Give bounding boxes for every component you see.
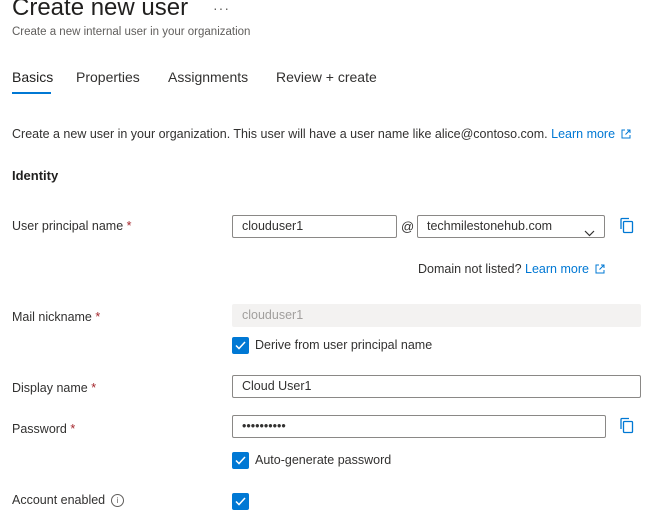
learn-more-link[interactable]: Learn more: [551, 127, 631, 141]
tab-basics[interactable]: Basics: [12, 69, 53, 85]
tab-properties[interactable]: Properties: [76, 69, 140, 85]
auto-generate-checkbox[interactable]: [232, 452, 249, 469]
derive-checkbox-label: Derive from user principal name: [255, 338, 433, 352]
info-icon[interactable]: i: [111, 494, 125, 507]
required-marker: *: [126, 219, 132, 233]
auto-generate-checkbox-label: Auto-generate password: [255, 453, 392, 467]
copy-icon[interactable]: [619, 217, 635, 235]
tab-assignments[interactable]: Assignments: [168, 69, 248, 85]
password-label: Password *: [12, 422, 76, 436]
domain-learn-more-link[interactable]: Learn more: [525, 262, 605, 276]
required-marker: *: [91, 381, 97, 395]
display-name-input[interactable]: Cloud User1: [232, 375, 641, 398]
tab-review-create[interactable]: Review + create: [276, 69, 377, 85]
identity-heading: Identity: [12, 168, 59, 183]
account-enabled-label: Account enabled i: [12, 493, 125, 507]
intro-text: Create a new user in your organization. …: [12, 127, 548, 141]
required-marker: *: [70, 422, 76, 436]
upn-input[interactable]: clouduser1: [232, 215, 397, 238]
mail-nickname-input: clouduser1: [232, 304, 641, 327]
chevron-down-icon: [584, 223, 595, 244]
more-options-button[interactable]: ···: [213, 0, 230, 16]
domain-select[interactable]: techmilestonehub.com: [417, 215, 605, 238]
password-input[interactable]: ••••••••••: [232, 415, 606, 438]
active-tab-indicator: [12, 92, 51, 94]
page-title: Create new user: [12, 0, 189, 21]
at-sign: @: [401, 219, 415, 234]
mail-nickname-label: Mail nickname *: [12, 310, 101, 324]
external-link-icon: [621, 128, 631, 142]
upn-label: User principal name *: [12, 219, 132, 233]
display-name-label: Display name *: [12, 381, 97, 395]
intro-text-row: Create a new user in your organization. …: [12, 127, 631, 142]
domain-note: Domain not listed? Learn more: [418, 262, 605, 277]
copy-icon[interactable]: [619, 417, 635, 435]
external-link-icon: [595, 263, 605, 277]
derive-checkbox[interactable]: [232, 337, 249, 354]
domain-select-value: techmilestonehub.com: [427, 219, 553, 233]
account-enabled-checkbox[interactable]: [232, 493, 249, 510]
page-subtitle: Create a new internal user in your organ…: [12, 26, 251, 38]
required-marker: *: [95, 310, 101, 324]
